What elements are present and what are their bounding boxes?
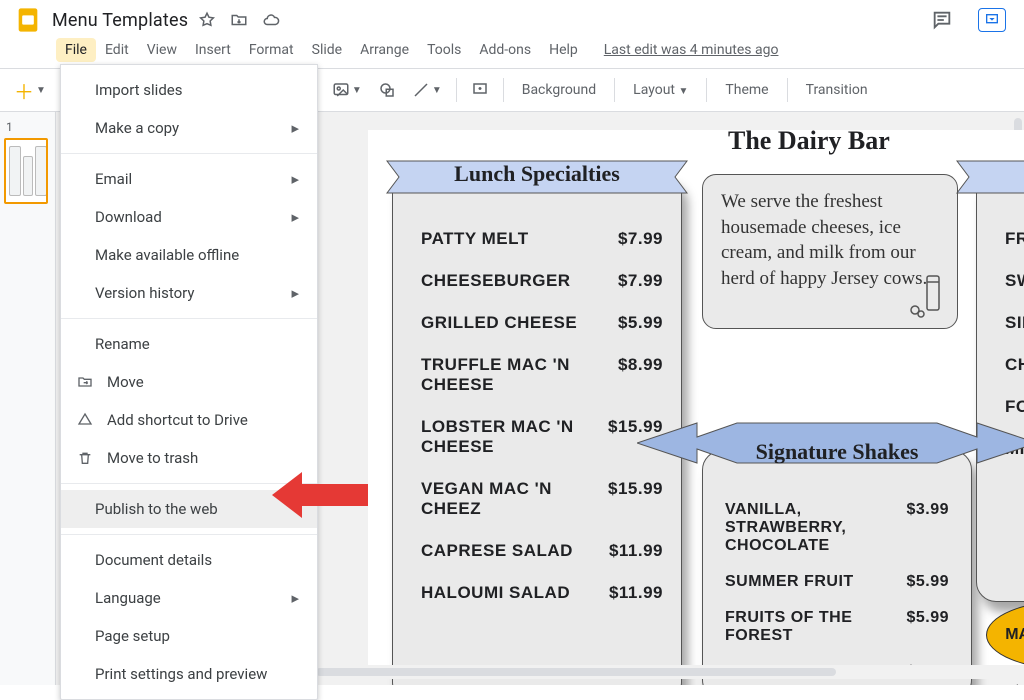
file-menu-dropdown: Import slides Make a copy▸ Email▸ Downlo… [60, 64, 318, 700]
menu-tools[interactable]: Tools [418, 38, 470, 62]
menu-bar: File Edit View Insert Format Slide Arran… [0, 34, 1024, 68]
menu-insert[interactable]: Insert [186, 38, 240, 62]
new-slide-button[interactable]: ＋▼ [8, 72, 52, 109]
horizontal-scrollbar[interactable] [312, 665, 1010, 679]
menu-item-make-available-offline[interactable]: Make available offline [61, 236, 317, 274]
theme-button[interactable]: Theme [715, 76, 778, 104]
menu-item-version-history[interactable]: Version history▸ [61, 274, 317, 312]
menu-item-add-shortcut[interactable]: Add shortcut to Drive [61, 401, 317, 439]
menu-file[interactable]: File [56, 38, 96, 62]
menu-item-make-a-copy[interactable]: Make a copy▸ [61, 109, 317, 147]
panel-snacks: Snack FRIES SWEET POTAT SIDE SALAD CHEES… [976, 174, 1024, 602]
layout-button[interactable]: Layout ▼ [623, 76, 698, 104]
comments-icon[interactable] [928, 6, 956, 34]
shape-tool[interactable] [372, 77, 402, 103]
title-bar: Menu Templates [0, 0, 1024, 34]
menu-item-import-slides[interactable]: Import slides [61, 71, 317, 109]
line-tool[interactable]: ▼ [406, 77, 448, 103]
cloud-status-icon[interactable] [262, 11, 280, 29]
ribbon-snacks: Snack [947, 149, 1024, 205]
menu-view[interactable]: View [138, 38, 186, 62]
ribbon-shakes: Signature Shakes [637, 413, 1024, 483]
trash-icon [75, 450, 95, 466]
transition-button[interactable]: Transition [796, 76, 878, 104]
drive-shortcut-icon [75, 412, 95, 428]
menu-item-print-settings[interactable]: Print settings and preview [61, 655, 317, 693]
menu-item-email[interactable]: Email▸ [61, 160, 317, 198]
present-button[interactable] [978, 8, 1006, 32]
menu-slide[interactable]: Slide [303, 38, 351, 62]
document-title[interactable]: Menu Templates [52, 10, 188, 31]
comment-tool[interactable] [465, 77, 495, 103]
move-folder-icon[interactable] [230, 11, 248, 29]
combo-badge: MAKE IT COMBO [986, 600, 1024, 670]
panel-info: We serve the freshest housemade cheeses,… [702, 174, 958, 329]
image-tool[interactable]: ▼ [326, 77, 368, 103]
slides-logo[interactable] [8, 0, 48, 40]
slide-thumbnail-1[interactable] [4, 138, 48, 204]
annotation-arrow [272, 472, 368, 522]
move-icon [75, 374, 95, 390]
menu-title: The Dairy Bar [728, 128, 890, 154]
background-button[interactable]: Background [512, 76, 606, 104]
ribbon-lunch: Lunch Specialties [377, 149, 697, 205]
menu-arrange[interactable]: Arrange [351, 38, 418, 62]
milk-icon [901, 270, 949, 322]
menu-help[interactable]: Help [540, 38, 587, 62]
last-edit-link[interactable]: Last edit was 4 minutes ago [595, 38, 788, 62]
lunch-items: PATTY MELT$7.99 CHEESEBURGER$7.99 GRILLE… [421, 229, 663, 625]
menu-addons[interactable]: Add-ons [470, 38, 540, 62]
menu-item-move[interactable]: Move [61, 363, 317, 401]
filmstrip: 1 [0, 112, 56, 685]
panel-shakes: Signature Shakes VANILLA, STRAWBERRY, CH… [702, 450, 972, 685]
menu-edit[interactable]: Edit [96, 38, 138, 62]
star-icon[interactable] [198, 11, 216, 29]
menu-item-language[interactable]: Language▸ [61, 579, 317, 617]
menu-item-download[interactable]: Download▸ [61, 198, 317, 236]
combo-note: Save $4 when you specialty dish with sha… [978, 682, 1024, 685]
slide-number: 1 [6, 120, 51, 134]
shake-items: VANILLA, STRAWBERRY, CHOCOLATE$3.99 SUMM… [725, 501, 949, 685]
menu-item-document-details[interactable]: Document details [61, 541, 317, 579]
menu-format[interactable]: Format [240, 38, 303, 62]
menu-item-page-setup[interactable]: Page setup [61, 617, 317, 655]
slide-content: The Dairy Bar Lunch Specialties PATTY ME… [368, 130, 1024, 665]
menu-item-rename[interactable]: Rename [61, 325, 317, 363]
